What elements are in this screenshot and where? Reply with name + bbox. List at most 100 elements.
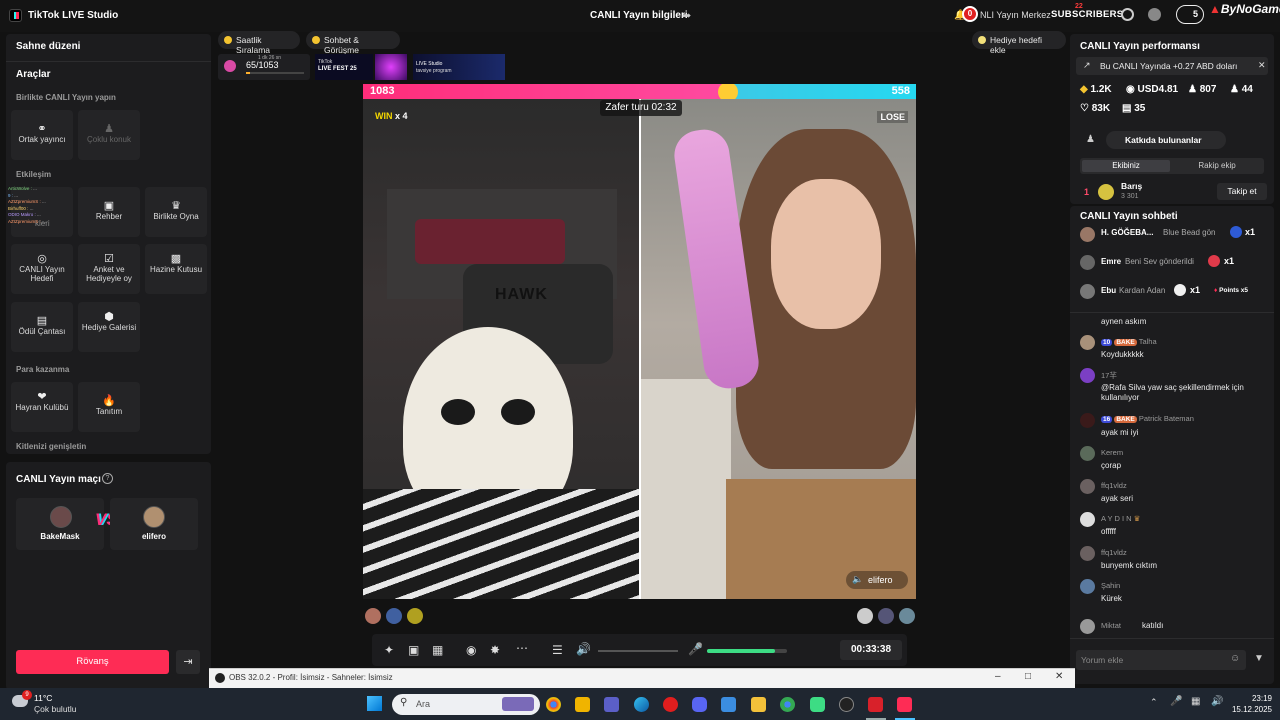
live-goal-button[interactable]: ◎ CANLI Yayın Hedefi — [11, 244, 73, 294]
gift-gallery-button[interactable]: ⬢ Hediye Galerisi — [78, 302, 140, 352]
top-user-avatar — [1098, 184, 1114, 200]
mic-tray-icon[interactable]: 🎤 — [1170, 696, 1182, 707]
discord-icon[interactable] — [692, 697, 707, 712]
weather-desc[interactable]: Çok bulutlu — [34, 704, 77, 714]
store-icon[interactable] — [575, 697, 590, 712]
teams-icon[interactable] — [604, 697, 619, 712]
minimize-icon[interactable]: – — [995, 671, 1001, 682]
mic-level-track[interactable] — [707, 649, 787, 653]
clock-time[interactable]: 23:19 — [1226, 694, 1272, 703]
close-icon[interactable]: ✕ — [1258, 60, 1266, 71]
reward-bag-button[interactable]: ▤ Ödül Çantası — [11, 302, 73, 352]
settings-gear-icon[interactable] — [1121, 8, 1134, 21]
search-highlight-image — [502, 697, 534, 711]
play-together-button[interactable]: ♛ Birlikte Oyna — [145, 187, 207, 237]
player1-card[interactable]: BakeMask — [16, 498, 104, 550]
obs-taskbar-icon[interactable] — [839, 697, 854, 712]
viewer-avatar[interactable] — [899, 608, 915, 624]
speaker-icon[interactable]: 🔈 — [852, 574, 863, 585]
chrome-icon[interactable] — [546, 697, 561, 712]
windows-start-icon[interactable] — [367, 696, 382, 711]
volume-slider[interactable] — [598, 650, 678, 652]
win-badge: WIN x 4 — [375, 111, 408, 121]
weather-badge: 9 — [22, 690, 32, 700]
follow-button[interactable]: Takip et — [1217, 183, 1267, 200]
sliders-icon[interactable]: ☰ — [552, 643, 563, 657]
right-user-tag[interactable]: 🔈 elifero — [846, 571, 908, 589]
add-gift-goal-pill[interactable]: Hediye hedefi ekle — [972, 31, 1066, 55]
overlay-chat: ArticWolve : ... 9 : ... AZIZpremiumS : … — [8, 186, 133, 225]
player2-card[interactable]: elifero — [110, 498, 198, 550]
fan-club-button[interactable]: ❤ Hayran Kulübü — [11, 382, 73, 432]
layout-icon[interactable]: ▦ — [432, 643, 443, 657]
tiktok-studio-icon[interactable] — [897, 697, 912, 712]
viewer-avatar[interactable] — [878, 608, 894, 624]
treasure-box-button[interactable]: ▩ Hazine Kutusu — [145, 244, 207, 294]
share-icon[interactable]: ➦ — [682, 9, 691, 22]
contributors-button[interactable]: Katkıda bulunanlar — [1106, 131, 1226, 149]
viewer-avatar[interactable] — [386, 608, 402, 624]
volume-icon[interactable]: 🔊 — [576, 642, 591, 656]
more-icon[interactable]: ⋯ — [516, 641, 528, 655]
file-explorer-icon[interactable] — [751, 697, 766, 712]
stat-likes-value: 83K — [1091, 103, 1111, 114]
emoji-icon[interactable]: ☺ — [1230, 653, 1240, 664]
green-app-icon[interactable] — [810, 697, 825, 712]
chrome-profile-icon[interactable] — [780, 697, 795, 712]
maximize-icon[interactable]: □ — [1025, 671, 1031, 682]
help-icon[interactable]: ? — [102, 473, 113, 484]
studio-promo-banner[interactable]: LIVE Studio tavsiye program — [413, 54, 505, 80]
flame-icon: 🔥 — [102, 395, 116, 407]
viewer-avatar[interactable] — [365, 608, 381, 624]
gift-goal-widget[interactable]: 65/1053 1 dk 26 sn — [218, 54, 310, 80]
taskbar-search[interactable]: ⚲ Ara — [392, 694, 540, 715]
chevron-up-icon[interactable]: ⌃ — [1150, 697, 1158, 708]
magic-wand-icon[interactable]: ✦ — [384, 643, 394, 657]
target-icon: ◎ — [37, 253, 47, 265]
cohost-button[interactable]: ⚭ Ortak yayıncı — [11, 110, 73, 160]
clock-date[interactable]: 15.12.2025 — [1222, 705, 1272, 714]
heart-gift-icon — [1208, 255, 1220, 267]
opera-icon[interactable] — [663, 697, 678, 712]
obs-window-titlebar[interactable]: OBS 32.0.2 - Profil: İsimsiz - Sahneler:… — [209, 668, 1075, 688]
microphone-icon[interactable]: 🎤 — [688, 642, 703, 656]
tab-your-team[interactable]: Ekibiniz — [1082, 160, 1170, 172]
exit-icon[interactable]: ⇥ — [176, 650, 200, 674]
obs-logo-icon — [215, 673, 225, 683]
promo-button[interactable]: 🔥 Tanıtım — [78, 382, 140, 432]
camera-flip-icon[interactable]: ✸ — [490, 643, 500, 657]
chat-join-text: katıldı — [1142, 621, 1164, 630]
live-info-title[interactable]: CANLI Yayın bilgileri — [590, 10, 688, 21]
record-icon[interactable]: ◉ — [466, 643, 476, 657]
network-icon[interactable]: ▦ — [1191, 696, 1200, 707]
trophy-icon — [224, 36, 232, 44]
youtube-icon[interactable] — [868, 697, 883, 712]
viewer-avatar[interactable] — [407, 608, 423, 624]
reward-bag-label: Ödül Çantası — [18, 327, 66, 336]
effects-icon[interactable]: ▣ — [408, 643, 419, 657]
bag-icon: ▤ — [36, 315, 48, 327]
viewer-avatar[interactable] — [857, 608, 873, 624]
chat-meet-pill[interactable]: Sohbet & Görüşme — [306, 31, 400, 55]
comment-input[interactable]: Yorum ekle ☺ — [1076, 650, 1246, 670]
rematch-button[interactable]: Rövanş — [16, 650, 169, 674]
poll-button[interactable]: ☑ Anket ve Hediyeyle oy — [78, 244, 140, 294]
filter-icon[interactable]: ▼ — [1254, 653, 1264, 664]
multi-guest-button[interactable]: ♟ Çoklu konuk — [78, 110, 140, 160]
gift-count: x1 — [1245, 227, 1256, 237]
scene-layout-title[interactable]: Sahne düzeni — [16, 41, 80, 52]
live-center-label[interactable]: NLI Yayın Merkez — [980, 10, 1051, 20]
weather-temp[interactable]: 11°C — [34, 693, 52, 703]
hourly-rank-pill[interactable]: Saatlik Sıralama — [218, 31, 300, 55]
live-fest-banner[interactable]: TikTok LIVE FEST 25 — [315, 54, 373, 80]
close-window-icon[interactable]: ✕ — [1055, 671, 1063, 682]
multi-guest-label: Çoklu konuk — [86, 135, 132, 144]
tab-rival-team[interactable]: Rakip ekip — [1172, 160, 1262, 172]
chat-avatar — [1080, 446, 1095, 461]
profile-avatar[interactable] — [1148, 8, 1161, 21]
edge-icon[interactable] — [634, 697, 649, 712]
channel-watermark: ▲ByNoGame — [1209, 2, 1280, 16]
add-user-icon[interactable]: ♟ — [1086, 134, 1095, 145]
audience-title[interactable]: Kitlenizi genişletin — [16, 442, 86, 451]
mail-icon[interactable] — [721, 697, 736, 712]
